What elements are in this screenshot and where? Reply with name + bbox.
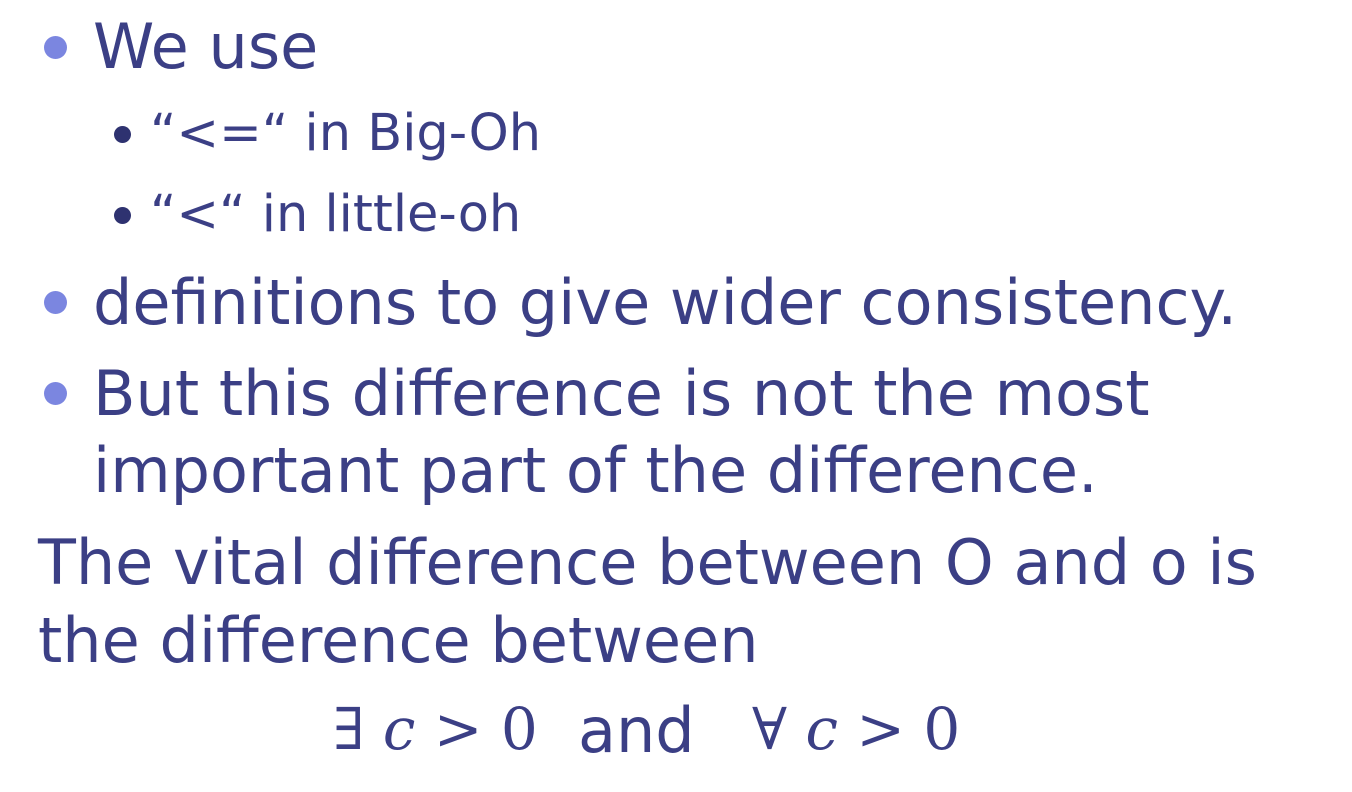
bullet-icon — [44, 291, 67, 314]
bullet-text-line: But this difference is not the most — [93, 357, 1150, 430]
bullet-icon — [44, 36, 67, 59]
statement-line: the difference between — [38, 604, 759, 677]
slide: We use “<=“ in Big-Oh “<“ in little-oh d… — [0, 0, 1352, 792]
bullet-text: definitions to give wider consistency. — [93, 266, 1238, 339]
bullet-text-line: important part of the difference. — [93, 434, 1098, 507]
formula-variable: c — [805, 695, 838, 763]
formula-relation: > 0 — [856, 695, 961, 763]
sub-bullet-text: “<“ in little-oh — [150, 185, 522, 244]
formula-variable: c — [382, 695, 416, 763]
formula-exists: ∃ c > 0 — [333, 700, 538, 758]
formula-forall: ∀ c > 0 — [752, 700, 960, 758]
exists-symbol: ∃ — [333, 695, 365, 763]
sub-bullet-text: “<=“ in Big-Oh — [150, 104, 542, 163]
bullet-icon — [44, 382, 67, 405]
formula-relation: > 0 — [433, 695, 538, 763]
sub-bullet-icon — [114, 126, 131, 143]
forall-symbol: ∀ — [752, 695, 788, 763]
sub-bullet-icon — [114, 207, 131, 224]
statement-line: The vital difference between O and o is — [38, 526, 1257, 599]
bullet-text: We use — [93, 10, 319, 83]
formula-connector: and — [578, 694, 695, 767]
